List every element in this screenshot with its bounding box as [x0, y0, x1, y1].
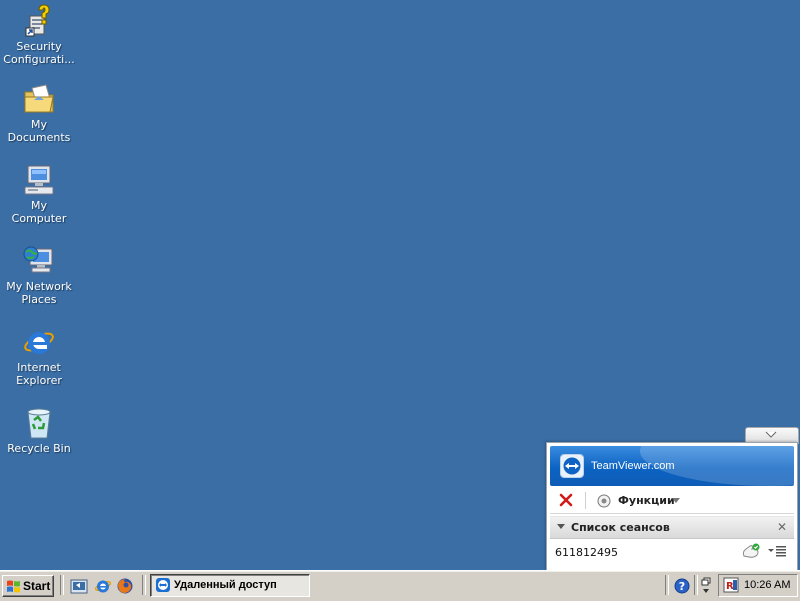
- task-label: Удаленный доступ: [174, 579, 277, 591]
- desktop-icon-label: Internet Explorer: [16, 361, 62, 387]
- teamviewer-logo-icon: [560, 454, 584, 478]
- desktop-icon-label: My Network Places: [6, 280, 72, 306]
- network-places-icon: [23, 246, 53, 273]
- window-switch-icon[interactable]: [700, 577, 712, 595]
- desktop-icon-label: Security Configurati...: [3, 40, 75, 66]
- desktop-icon-my-documents[interactable]: My Documents: [0, 82, 78, 144]
- remote-control-icon[interactable]: [741, 543, 761, 559]
- clock[interactable]: 10:26 AM: [744, 579, 790, 591]
- internet-explorer-icon: [24, 332, 54, 354]
- internet-explorer-icon[interactable]: [94, 577, 112, 595]
- recycle-bin-icon: [27, 408, 51, 439]
- svg-text:?: ?: [679, 580, 685, 593]
- svg-text:R: R: [726, 581, 734, 592]
- session-list-close-icon[interactable]: ✕: [777, 520, 787, 534]
- taskbar-grip[interactable]: [142, 575, 146, 595]
- help-icon[interactable]: ?: [674, 578, 690, 594]
- dropdown-arrow-icon[interactable]: [672, 498, 680, 503]
- teamviewer-icon: [156, 578, 170, 592]
- show-desktop-icon[interactable]: [70, 577, 88, 595]
- chevron-down-icon: [765, 431, 777, 438]
- session-list-title: Список сеансов: [571, 521, 670, 534]
- toolbar-separator: [585, 492, 586, 509]
- security-config-icon: [25, 4, 50, 37]
- taskbar-grip[interactable]: [60, 575, 64, 595]
- taskbar: Start Удаленный доступ ? R 10:26 AM: [0, 570, 800, 601]
- computer-icon: [24, 165, 54, 195]
- taskbar-grip[interactable]: [665, 575, 669, 595]
- firefox-icon[interactable]: [116, 577, 134, 595]
- session-row[interactable]: 611812495: [550, 540, 794, 564]
- functions-menu-button[interactable]: Функции: [618, 494, 675, 507]
- desktop-icon-my-computer[interactable]: My Computer: [0, 163, 78, 225]
- folder-documents-icon: [24, 84, 54, 113]
- functions-icon[interactable]: [597, 493, 611, 509]
- teamviewer-panel: TeamViewer.com Функции Список сеансов ✕ …: [546, 442, 798, 571]
- session-id: 611812495: [555, 546, 618, 559]
- teamviewer-toolbar: Функции: [550, 489, 794, 514]
- taskbar-grip[interactable]: [694, 575, 698, 595]
- session-list-header[interactable]: Список сеансов ✕: [550, 516, 794, 539]
- collapse-triangle-icon[interactable]: [557, 524, 565, 530]
- desktop-icon-label: My Computer: [11, 199, 67, 225]
- taskbar-task-remote-access[interactable]: Удаленный доступ: [150, 574, 310, 597]
- start-button[interactable]: Start: [2, 575, 54, 597]
- desktop-icon-internet-explorer[interactable]: Internet Explorer: [0, 325, 78, 387]
- desktop-icon-recycle-bin[interactable]: Recycle Bin: [0, 406, 78, 455]
- windows-logo-icon: [7, 580, 20, 593]
- menu-icon[interactable]: [768, 545, 788, 557]
- desktop-icon-security-configuration[interactable]: Security Configurati...: [0, 4, 78, 66]
- close-icon[interactable]: [559, 493, 573, 507]
- desktop-icon-label: Recycle Bin: [7, 442, 71, 455]
- start-label: Start: [23, 579, 51, 593]
- desktop-icon-my-network-places[interactable]: My Network Places: [0, 244, 78, 306]
- teamviewer-brand-link[interactable]: TeamViewer.com: [591, 460, 675, 472]
- teamviewer-header[interactable]: TeamViewer.com: [550, 446, 794, 486]
- tray-app-icon[interactable]: R: [723, 577, 739, 593]
- desktop-icon-label: My Documents: [7, 118, 71, 144]
- system-tray: R 10:26 AM: [718, 574, 798, 597]
